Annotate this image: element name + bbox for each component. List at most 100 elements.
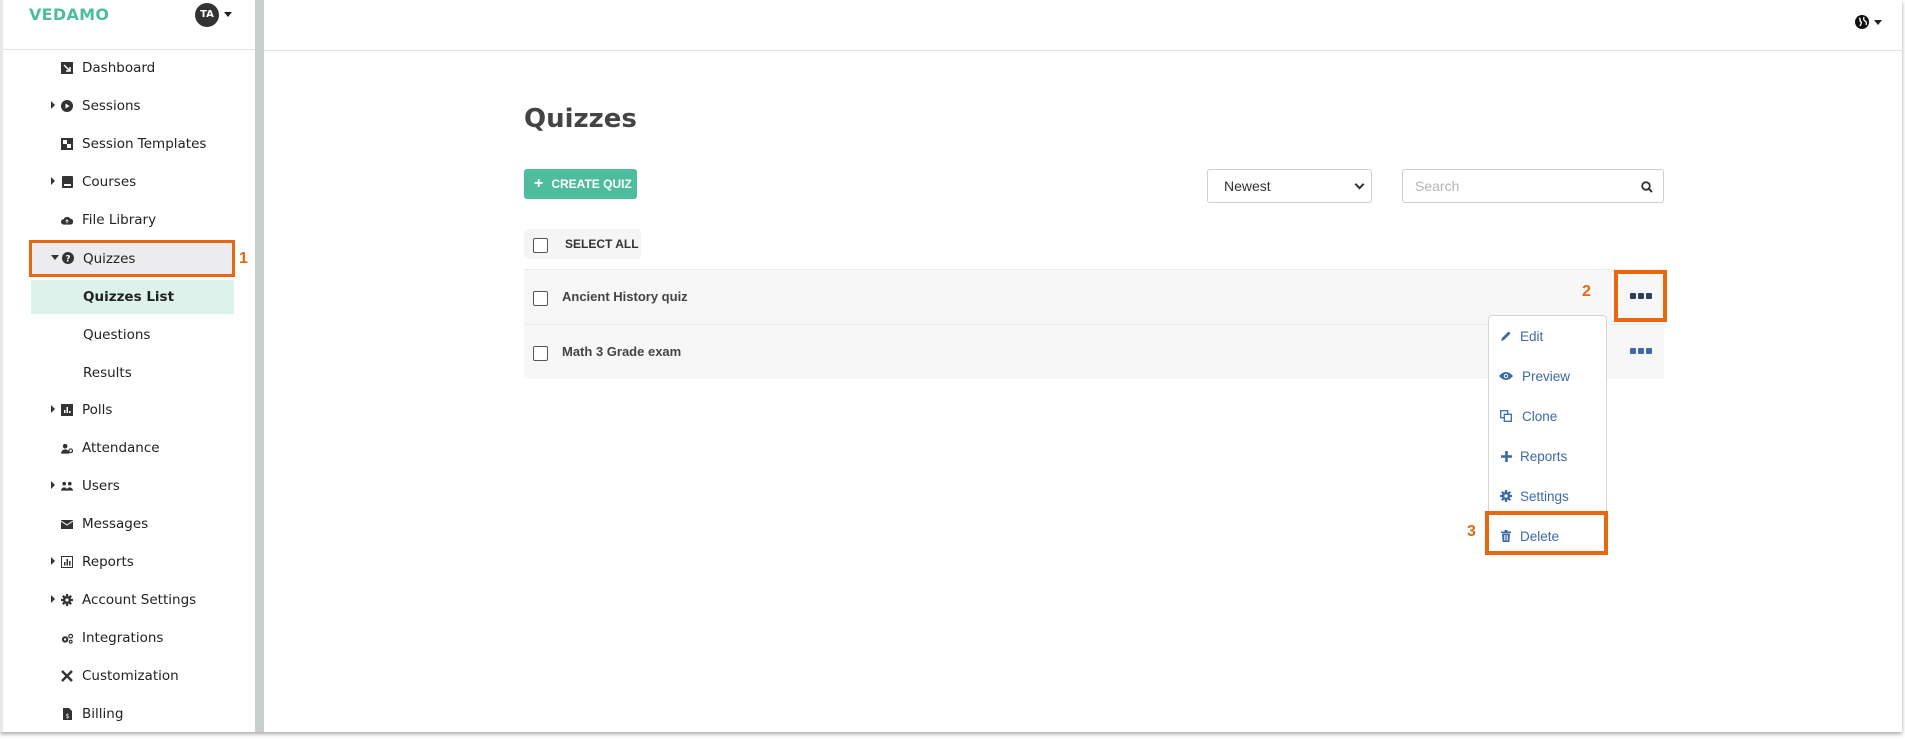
annotation-highlight-actions bbox=[1614, 270, 1667, 322]
plus-icon: + bbox=[534, 175, 544, 192]
collapse-arrow-icon[interactable] bbox=[51, 255, 59, 260]
page-title: Quizzes bbox=[524, 104, 637, 134]
sidebar-item-integrations[interactable]: Integrations bbox=[29, 621, 235, 655]
sidebar-item-label: Messages bbox=[82, 516, 149, 532]
sidebar-item-billing[interactable]: $ Billing bbox=[29, 697, 235, 731]
cloud-upload-icon bbox=[61, 214, 73, 226]
quiz-title[interactable]: Ancient History quiz bbox=[562, 289, 688, 304]
expand-arrow-icon[interactable] bbox=[51, 481, 55, 489]
menu-item-reports[interactable]: Reports bbox=[1489, 438, 1606, 474]
sidebar-item-session-templates[interactable]: Session Templates bbox=[29, 127, 235, 161]
sort-selected-value: Newest bbox=[1224, 178, 1271, 194]
sidebar-item-users[interactable]: Users bbox=[29, 469, 235, 503]
question-circle-icon: ? bbox=[62, 252, 74, 264]
svg-text:?: ? bbox=[65, 254, 70, 264]
bar-chart-icon bbox=[61, 404, 73, 416]
user-avatar[interactable]: TA bbox=[195, 3, 219, 27]
expand-arrow-icon[interactable] bbox=[51, 101, 55, 109]
sidebar-item-polls[interactable]: Polls bbox=[29, 393, 235, 427]
pencil-icon bbox=[1500, 330, 1512, 342]
cogs-icon bbox=[61, 632, 73, 644]
play-circle-icon bbox=[61, 100, 73, 112]
sidebar: VEDAMO TA Dashboard Sessions Session Tem… bbox=[0, 0, 258, 732]
dot bbox=[1630, 348, 1636, 354]
language-caret-icon[interactable] bbox=[1874, 20, 1882, 25]
menu-item-label: Clone bbox=[1522, 408, 1558, 424]
sidebar-item-label: Users bbox=[82, 478, 120, 494]
users-icon bbox=[61, 480, 73, 492]
sidebar-item-results[interactable]: Results bbox=[31, 356, 234, 390]
search-icon[interactable] bbox=[1641, 180, 1653, 193]
expand-arrow-icon[interactable] bbox=[51, 595, 55, 603]
gear-icon bbox=[1500, 490, 1512, 502]
sidebar-item-reports[interactable]: Reports bbox=[29, 545, 235, 579]
sort-select[interactable]: Newest bbox=[1207, 169, 1372, 203]
annotation-step-2: 2 bbox=[1582, 283, 1591, 300]
globe-icon[interactable] bbox=[1855, 15, 1869, 29]
menu-item-label: Reports bbox=[1520, 448, 1568, 464]
sidebar-item-file-library[interactable]: File Library bbox=[29, 203, 235, 237]
dot bbox=[1646, 348, 1652, 354]
sidebar-item-label: Dashboard bbox=[82, 60, 156, 76]
sidebar-item-dashboard[interactable]: Dashboard bbox=[29, 51, 235, 85]
annotation-highlight-delete bbox=[1485, 511, 1608, 555]
menu-item-edit[interactable]: Edit bbox=[1489, 318, 1606, 354]
select-all-checkbox[interactable] bbox=[533, 238, 548, 253]
dot bbox=[1638, 348, 1644, 354]
quiz-title[interactable]: Math 3 Grade exam bbox=[562, 344, 681, 359]
dashboard-icon bbox=[61, 62, 73, 74]
sidebar-item-label: Sessions bbox=[82, 98, 141, 114]
sidebar-item-label: Session Templates bbox=[82, 136, 207, 152]
tools-icon bbox=[61, 670, 73, 682]
topbar bbox=[264, 0, 1902, 51]
sidebar-item-questions[interactable]: Questions bbox=[31, 318, 234, 352]
svg-text:$: $ bbox=[65, 713, 69, 720]
search-box bbox=[1402, 169, 1664, 203]
sidebar-item-label: Integrations bbox=[82, 630, 164, 646]
row-checkbox[interactable] bbox=[533, 346, 548, 361]
select-all-label: SELECT ALL bbox=[565, 237, 639, 251]
plus-icon bbox=[1500, 450, 1512, 462]
sidebar-item-attendance[interactable]: Attendance bbox=[29, 431, 235, 465]
clone-icon bbox=[1500, 410, 1512, 422]
book-icon bbox=[61, 176, 73, 188]
app-window: VEDAMO TA Dashboard Sessions Session Tem… bbox=[0, 0, 1902, 732]
sidebar-item-quizzes-list[interactable]: Quizzes List bbox=[31, 280, 234, 314]
sidebar-item-label: File Library bbox=[82, 212, 157, 228]
envelope-icon bbox=[61, 518, 73, 530]
sidebar-item-label: Quizzes List bbox=[83, 289, 175, 305]
report-chart-icon bbox=[61, 556, 73, 568]
template-icon bbox=[61, 138, 73, 150]
vedamo-logo[interactable]: VEDAMO bbox=[29, 5, 109, 24]
row-checkbox[interactable] bbox=[533, 291, 548, 306]
sidebar-item-label: Billing bbox=[82, 706, 124, 722]
invoice-icon: $ bbox=[61, 708, 73, 720]
annotation-step-1: 1 bbox=[239, 250, 248, 267]
chevron-down-icon bbox=[1354, 179, 1365, 190]
menu-item-preview[interactable]: Preview bbox=[1489, 358, 1606, 394]
create-quiz-button[interactable]: + CREATE QUIZ bbox=[524, 169, 637, 199]
select-all-control[interactable]: SELECT ALL bbox=[524, 229, 641, 259]
user-menu-caret-icon[interactable] bbox=[224, 12, 232, 17]
sidebar-scrollbar[interactable] bbox=[255, 0, 264, 732]
expand-arrow-icon[interactable] bbox=[51, 177, 55, 185]
create-quiz-label: CREATE QUIZ bbox=[551, 177, 632, 191]
sidebar-item-account-settings[interactable]: Account Settings bbox=[29, 583, 235, 617]
menu-item-label: Preview bbox=[1522, 368, 1571, 384]
expand-arrow-icon[interactable] bbox=[51, 405, 55, 413]
search-input[interactable] bbox=[1415, 176, 1635, 196]
sidebar-header: VEDAMO TA bbox=[3, 0, 258, 50]
sidebar-item-messages[interactable]: Messages bbox=[29, 507, 235, 541]
sidebar-item-quizzes[interactable]: ? Quizzes bbox=[29, 240, 235, 277]
expand-arrow-icon[interactable] bbox=[51, 557, 55, 565]
row-actions-button[interactable] bbox=[1626, 341, 1656, 361]
sidebar-item-label: Quizzes bbox=[83, 250, 136, 267]
sidebar-item-label: Attendance bbox=[82, 440, 160, 456]
menu-item-clone[interactable]: Clone bbox=[1489, 398, 1606, 434]
eye-icon bbox=[1499, 370, 1513, 382]
sidebar-item-customization[interactable]: Customization bbox=[29, 659, 235, 693]
sidebar-item-sessions[interactable]: Sessions bbox=[29, 89, 235, 123]
sidebar-item-courses[interactable]: Courses bbox=[29, 165, 235, 199]
sidebar-item-label: Questions bbox=[83, 327, 151, 343]
menu-item-settings[interactable]: Settings bbox=[1489, 478, 1606, 514]
